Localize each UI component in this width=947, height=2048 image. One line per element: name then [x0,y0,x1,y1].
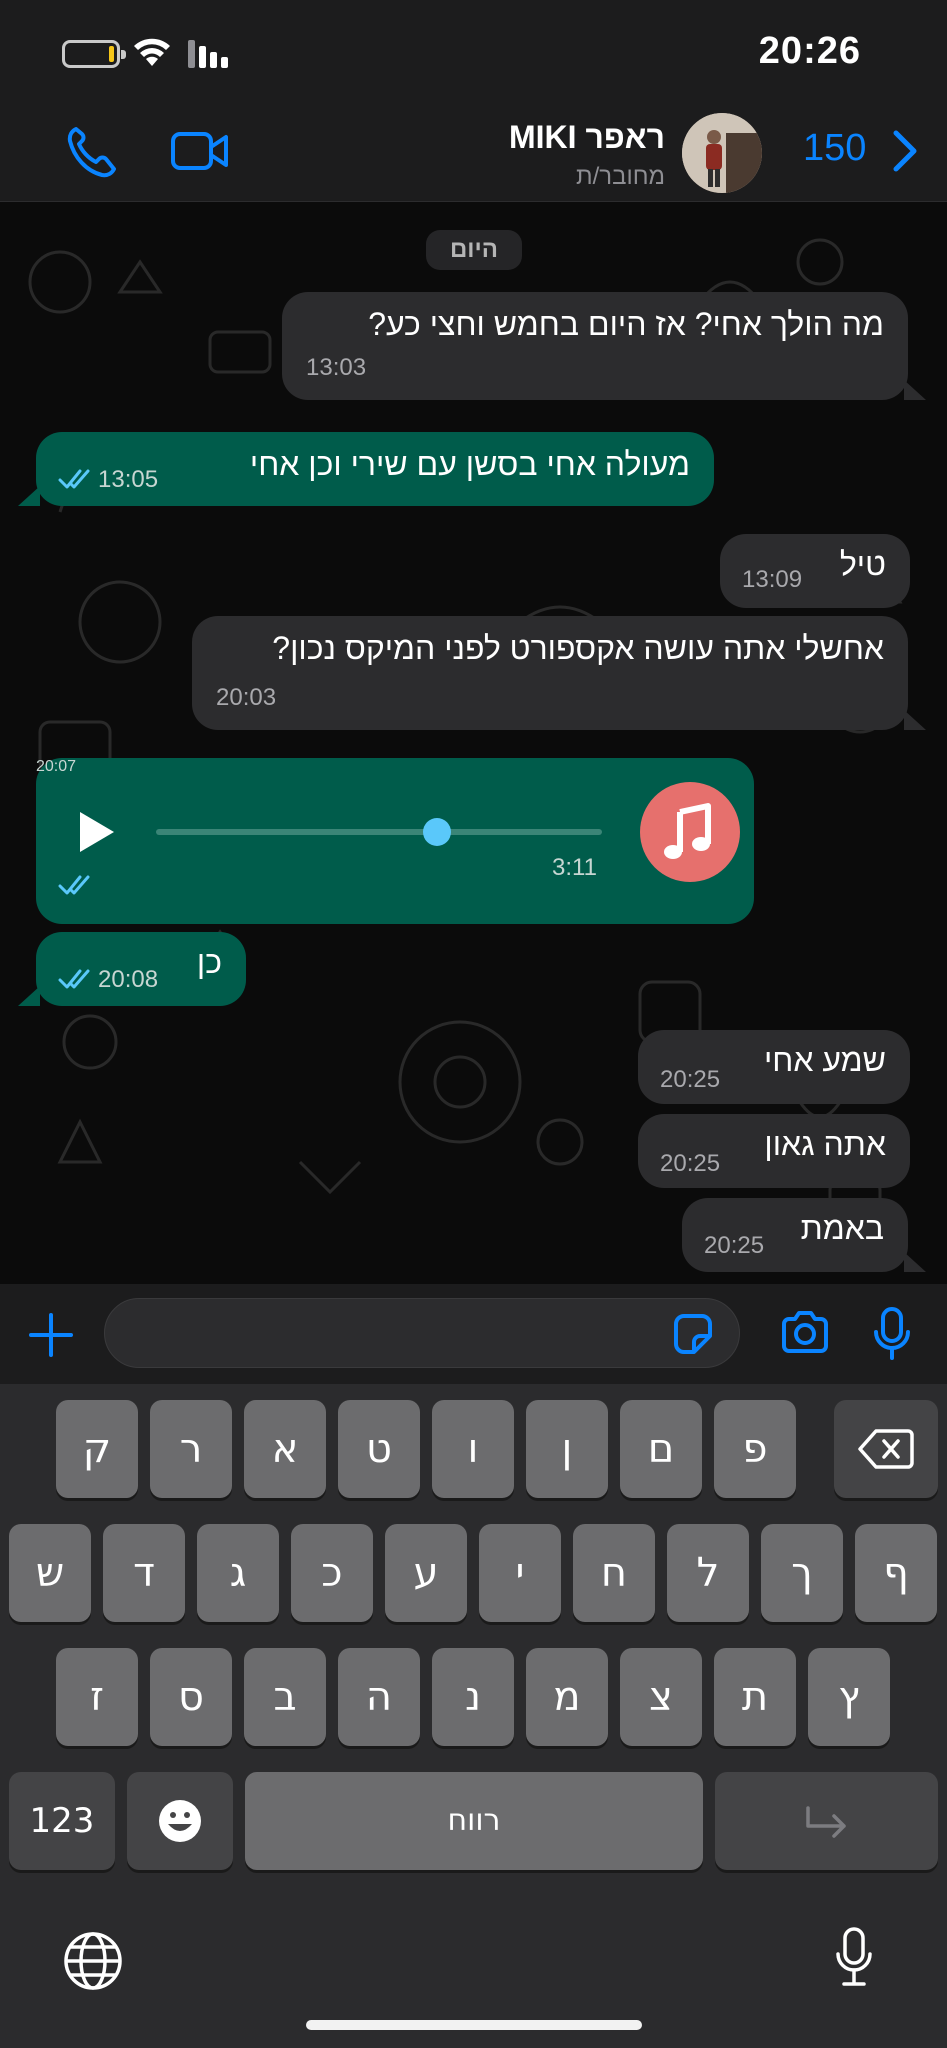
key[interactable]: צ [620,1648,702,1746]
key[interactable]: ט [338,1400,420,1498]
message-bubble-incoming[interactable]: מה הולך אחי? אז היום בחמש וחצי כע? 13:03 [282,292,908,400]
contact-status: מחובר/ת [576,163,665,190]
key[interactable]: א [244,1400,326,1498]
key[interactable]: פ [714,1400,796,1498]
voice-message-bubble[interactable]: 3:11 20:07 [36,758,754,924]
message-time: 20:07 [36,758,77,775]
double-check-icon [58,875,90,895]
key[interactable]: ף [855,1524,937,1622]
key[interactable]: ל [667,1524,749,1622]
message-bubble-incoming[interactable]: אחשלי אתה עושה אקספורט לפני המיקס נכון? … [192,616,908,730]
key[interactable]: ן [526,1400,608,1498]
message-input-bar [0,1284,947,1384]
key[interactable]: ם [620,1400,702,1498]
key[interactable]: ז [56,1648,138,1746]
date-separator: היום [426,230,522,270]
camera-icon[interactable] [780,1310,830,1354]
chat-header: ראפר MIKI מחובר/ת 150 [0,105,947,202]
globe-icon[interactable] [62,1930,124,1992]
key[interactable]: ץ [808,1648,890,1746]
voice-duration: 3:11 [552,854,597,881]
contact-name[interactable]: ראפר MIKI [509,119,665,156]
key[interactable]: ד [103,1524,185,1622]
wifi-icon [134,38,170,66]
unread-count-badge[interactable]: 150 [803,127,866,170]
status-time: 20:26 [758,30,861,72]
key[interactable]: ע [385,1524,467,1622]
contact-avatar[interactable] [682,113,762,193]
emoji-key[interactable] [127,1772,233,1870]
message-text: כן [196,944,222,980]
message-time: 20:08 [98,966,159,993]
key[interactable]: י [479,1524,561,1622]
key[interactable]: ר [150,1400,232,1498]
battery-icon [62,40,126,68]
music-note-icon [640,782,740,882]
emoji-icon [159,1800,201,1842]
key[interactable]: ח [573,1524,655,1622]
voice-progress-knob[interactable] [422,818,451,846]
key[interactable]: מ [526,1648,608,1746]
home-indicator[interactable] [306,2020,642,2030]
backspace-icon [858,1429,914,1469]
key[interactable]: ו [432,1400,514,1498]
message-text-field[interactable] [104,1298,740,1368]
video-camera-icon[interactable] [170,131,230,171]
message-text: טיל [839,546,886,582]
chat-messages-area[interactable]: היום מה הולך אחי? אז היום בחמש וחצי כע? … [0,202,947,1284]
key[interactable]: ק [56,1400,138,1498]
return-icon [805,1806,846,1838]
key[interactable]: ך [761,1524,843,1622]
hebrew-keyboard: ק ר א ט ו ן ם פ ש ד ג כ ע י ח ל ך ף ז ס … [0,1384,947,2048]
double-check-icon [58,969,90,989]
message-time: 20:25 [704,1232,765,1259]
message-bubble-outgoing[interactable]: כן 20:08 [36,932,246,1006]
message-text: אחשלי אתה עושה אקספורט לפני המיקס נכון? [272,630,884,666]
key[interactable]: כ [291,1524,373,1622]
message-bubble-incoming[interactable]: באמת 20:25 [682,1198,908,1272]
space-key[interactable]: רווח [245,1772,703,1870]
plus-icon[interactable] [28,1312,74,1358]
dictation-icon[interactable] [834,1926,874,1990]
cellular-signal-icon [188,40,228,68]
message-text: שמע אחי [763,1042,886,1078]
message-time: 20:25 [660,1150,721,1177]
key[interactable]: ש [9,1524,91,1622]
message-time: 13:09 [742,566,803,593]
message-text: אתה גאון [764,1126,886,1162]
voice-progress-track[interactable] [156,829,602,835]
status-bar: 20:26 [0,0,947,105]
message-bubble-incoming[interactable]: שמע אחי 20:25 [638,1030,910,1104]
key[interactable]: ב [244,1648,326,1746]
play-icon[interactable] [76,810,116,854]
key[interactable]: ג [197,1524,279,1622]
message-time: 13:03 [306,354,367,381]
backspace-key[interactable] [834,1400,938,1498]
message-bubble-incoming[interactable]: טיל 13:09 [720,534,910,608]
key[interactable]: נ [432,1648,514,1746]
key[interactable]: ת [714,1648,796,1746]
message-time: 13:05 [98,466,159,493]
key[interactable]: ה [338,1648,420,1746]
message-text: מה הולך אחי? אז היום בחמש וחצי כע? [368,306,884,342]
message-time: 20:25 [660,1066,721,1093]
message-bubble-outgoing[interactable]: מעולה אחי בסשן עם שירי וכן אחי 13:05 [36,432,714,506]
message-text: באמת [800,1210,884,1246]
message-bubble-incoming[interactable]: אתה גאון 20:25 [638,1114,910,1188]
message-time: 20:03 [216,684,277,711]
key[interactable]: ס [150,1648,232,1746]
phone-icon[interactable] [66,125,116,179]
message-text: מעולה אחי בסשן עם שירי וכן אחי [249,446,690,482]
microphone-icon[interactable] [872,1306,912,1362]
chevron-right-icon[interactable] [890,127,920,175]
double-check-icon [58,469,90,489]
sticker-icon[interactable] [670,1312,714,1356]
return-key[interactable] [715,1772,938,1870]
numbers-key[interactable]: 123 [9,1772,115,1870]
